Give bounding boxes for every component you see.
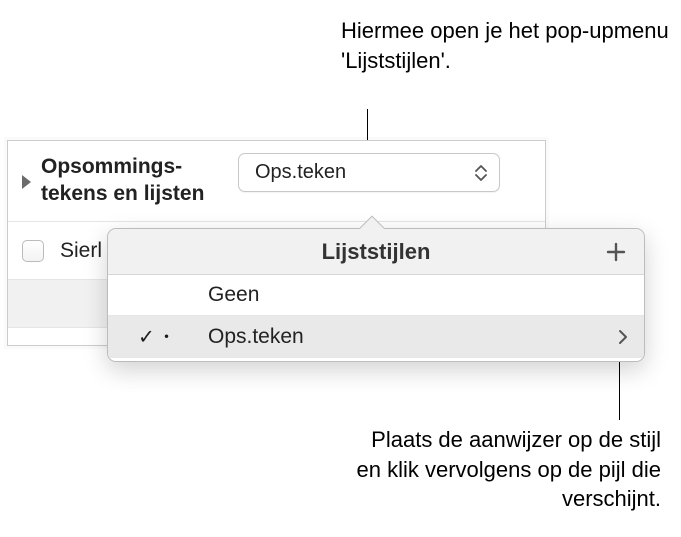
annotation-bottom: Plaats de aanwijzer op de stijl en klik … xyxy=(341,425,661,514)
list-item[interactable]: ✓ • Ops.teken xyxy=(108,316,644,357)
panel-header: Opsommings-tekens en lijsten Ops.teken xyxy=(8,141,545,221)
popup-button-value: Ops.teken xyxy=(255,161,346,184)
popover-pointer xyxy=(358,215,384,229)
list-style-popup-button[interactable]: Ops.teken xyxy=(238,153,500,192)
popover-title-text: Lijststijlen xyxy=(322,239,431,264)
sier-label: Sierl xyxy=(60,239,102,263)
list-styles-popover: Lijststijlen Geen ✓ • Ops.teken xyxy=(107,228,645,362)
annotation-top: Hiermee open je het pop-upmenu 'Lijststi… xyxy=(341,16,681,75)
list-item[interactable]: Geen xyxy=(108,275,644,316)
style-list: Geen ✓ • Ops.teken xyxy=(108,275,644,357)
section-label: Opsommings-tekens en lijsten xyxy=(41,154,221,208)
disclosure-triangle-icon[interactable] xyxy=(22,175,31,189)
plus-icon xyxy=(605,241,627,263)
updown-chevron-icon xyxy=(475,165,487,181)
item-disclosure-arrow[interactable] xyxy=(618,329,628,345)
popover-bottom-edge xyxy=(108,357,644,361)
selected-indicator: ✓ • xyxy=(138,324,170,349)
add-style-button[interactable] xyxy=(602,238,630,266)
callout-line-bottom xyxy=(619,357,620,420)
list-item-label: Geen xyxy=(208,283,259,307)
list-item-label: Ops.teken xyxy=(208,325,304,349)
checkmark-icon: ✓ xyxy=(138,324,155,349)
chevron-right-icon xyxy=(618,329,628,345)
bullet-icon: • xyxy=(164,329,169,344)
sier-checkbox[interactable] xyxy=(22,240,44,262)
popover-title: Lijststijlen xyxy=(108,229,644,275)
